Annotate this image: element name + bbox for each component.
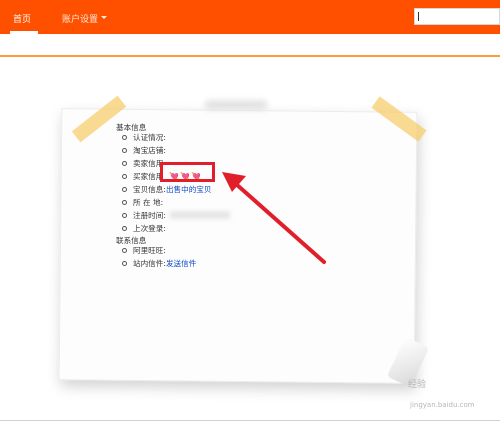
bottom-divider: [0, 420, 500, 421]
watermark-logo: 经验: [408, 380, 427, 390]
arrow-icon: [222, 172, 326, 264]
watermark-domain: jingyan.baidu.com: [410, 401, 475, 409]
